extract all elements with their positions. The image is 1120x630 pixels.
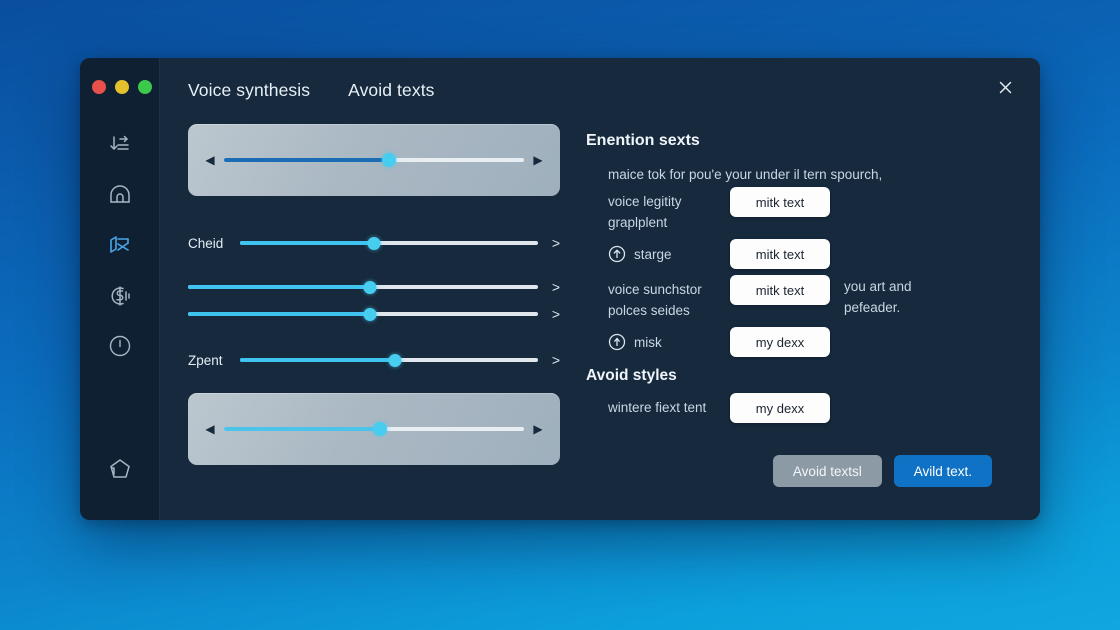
top-slider-panel[interactable]: ◀ ▶ (188, 124, 560, 196)
slider-row-thumb[interactable] (363, 307, 377, 321)
field-row-voice-legitity: voice legitity graplplent (586, 187, 1016, 233)
currency-sound-icon (107, 283, 133, 309)
body-area: ◀ ▶ Cheid > > > Zpent > ◀ ▶ Enention sex… (160, 120, 1040, 487)
avoid-texts-button[interactable]: Avoid textsl (772, 455, 882, 487)
bottom-slider-thumb[interactable] (373, 422, 387, 436)
top-slider-left-arrow-icon[interactable]: ◀ (202, 154, 218, 166)
bottom-slider-fill (224, 427, 380, 431)
field-label-text: misk (634, 334, 662, 350)
slider-row-3[interactable]: > (188, 303, 560, 325)
slider-row-chevron-icon[interactable]: > (538, 306, 560, 322)
lead-text: maice tok for pouʹe your under il tern s… (608, 167, 883, 182)
sidebar-item-currency-sound[interactable] (98, 274, 142, 318)
field-row-misk: misk (586, 327, 1016, 357)
field-row-starge: starge (586, 239, 1016, 269)
sidebar-item-home[interactable] (98, 174, 142, 218)
slider-row-track[interactable] (188, 280, 538, 294)
button-bar: Avoid textsl Avild text. (586, 429, 1016, 487)
field-label: voice sunchstor polces seides (608, 282, 702, 318)
app-window: Voice synthesis Avoid texts ◀ ▶ Cheid > … (80, 58, 1040, 520)
sort-transfer-icon (107, 133, 133, 159)
slider-row-zpent[interactable]: Zpent > (188, 349, 560, 371)
avoid-text-primary-button[interactable]: Avild text. (893, 455, 992, 487)
sidebar (80, 58, 160, 520)
slider-row-chevron-icon[interactable]: > (538, 352, 560, 368)
slider-row-track[interactable] (240, 353, 538, 367)
field-label: voice legitity graplplent (608, 194, 682, 230)
page-title: Enention sexts (586, 132, 700, 149)
slider-column: ◀ ▶ Cheid > > > Zpent > ◀ ▶ (188, 120, 560, 487)
slider-row-fill (188, 312, 370, 316)
sidebar-item-info[interactable] (98, 324, 142, 368)
edit-pen-icon (106, 232, 134, 260)
top-slider-thumb[interactable] (382, 153, 396, 167)
house-pentagon-icon (106, 456, 134, 484)
traffic-light-maximize[interactable] (138, 80, 152, 94)
field-input-wintere-fiext-tent[interactable] (730, 393, 830, 423)
slider-row-fill (240, 241, 375, 245)
top-slider-track[interactable] (224, 153, 524, 167)
tab-avoid-texts[interactable]: Avoid texts (348, 78, 434, 101)
arrow-circle-icon (608, 245, 626, 263)
slider-row-chevron-icon[interactable]: > (538, 279, 560, 295)
sidebar-bottom (80, 448, 159, 498)
avoid-styles-title: Avoid styles (586, 367, 677, 384)
slider-row-thumb[interactable] (388, 353, 402, 367)
slider-row-label: Zpent (188, 352, 223, 368)
field-input-voice-legitity[interactable] (730, 187, 830, 217)
home-arch-icon (107, 183, 133, 209)
slider-row-label: Cheid (188, 235, 224, 251)
top-slider-fill (224, 158, 389, 162)
slider-row-thumb[interactable] (367, 236, 381, 250)
bottom-slider-track[interactable] (224, 422, 524, 436)
bottom-slider-left-arrow-icon[interactable]: ◀ (202, 423, 218, 435)
tab-voice-synthesis[interactable]: Voice synthesis (188, 78, 310, 101)
sidebar-item-sort-transfer[interactable] (98, 124, 142, 168)
field-input-voice-sunchstor[interactable] (730, 275, 830, 305)
slider-row-fill (240, 358, 395, 362)
field-row-wintere-fiext-tent: wintere fiext tent (586, 393, 1016, 423)
traffic-light-close[interactable] (92, 80, 106, 94)
content-area: Voice synthesis Avoid texts ◀ ▶ Cheid > … (160, 58, 1040, 520)
sidebar-item-house[interactable] (98, 448, 142, 492)
bottom-slider-right-arrow-icon[interactable]: ▶ (530, 423, 546, 435)
form-column: Enention sexts maice tok for pouʹe your … (560, 120, 1016, 487)
field-label: starge (608, 239, 730, 269)
slider-row-chevron-icon[interactable]: > (538, 235, 560, 251)
slider-row-track[interactable] (240, 236, 538, 250)
slider-row-track[interactable] (188, 307, 538, 321)
field-label-text: starge (634, 246, 672, 262)
info-circle-icon (107, 333, 133, 359)
slider-row-fill (188, 285, 370, 289)
slider-row-cheid[interactable]: Cheid > (188, 232, 560, 254)
field-input-misk[interactable] (730, 327, 830, 357)
arrow-circle-icon (608, 333, 626, 351)
sidebar-item-edit[interactable] (98, 224, 142, 268)
bottom-slider-panel[interactable]: ◀ ▶ (188, 393, 560, 465)
top-slider-right-arrow-icon[interactable]: ▶ (530, 154, 546, 166)
field-label: wintere fiext tent (608, 400, 707, 415)
field-suffix-text: you art and pefeader. (844, 279, 912, 315)
close-icon (997, 79, 1014, 101)
field-label: misk (608, 327, 730, 357)
field-row-voice-sunchstor: voice sunchstor polces seides you art an… (586, 275, 1016, 321)
titlebar: Voice synthesis Avoid texts (160, 58, 1040, 120)
slider-row-2[interactable]: > (188, 276, 560, 298)
field-input-starge[interactable] (730, 239, 830, 269)
slider-row-thumb[interactable] (363, 280, 377, 294)
traffic-lights (92, 80, 152, 94)
close-button[interactable] (992, 77, 1018, 103)
traffic-light-minimize[interactable] (115, 80, 129, 94)
